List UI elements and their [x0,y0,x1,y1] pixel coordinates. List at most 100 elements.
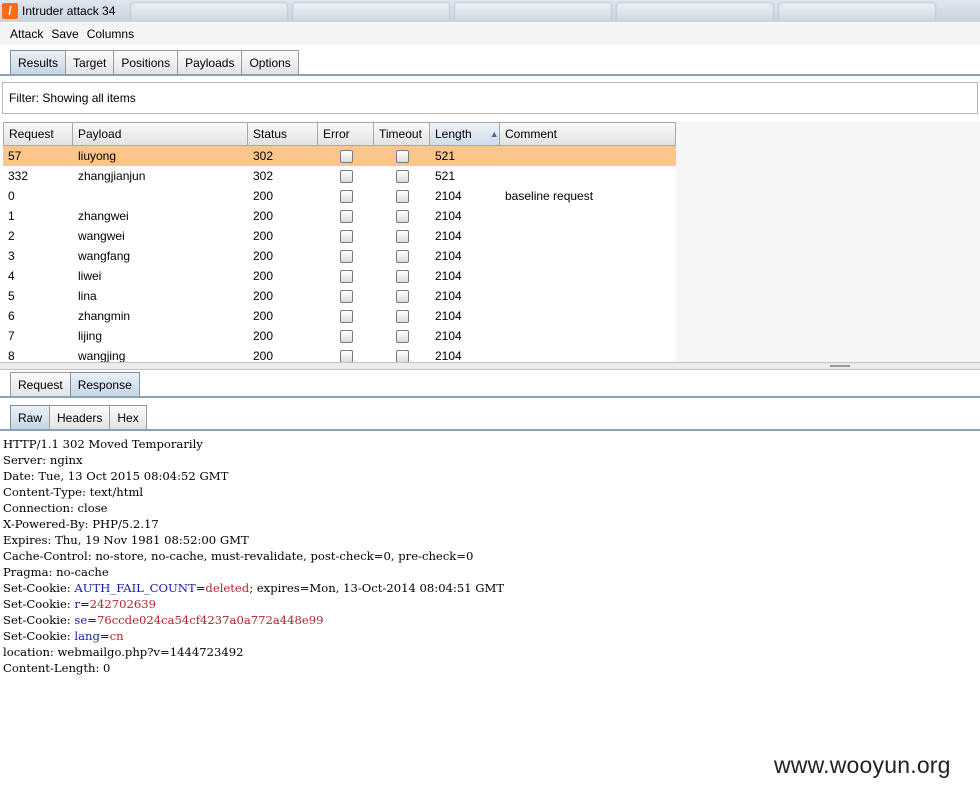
cell-length: 2104 [435,309,462,323]
cell-status: 302 [253,169,274,183]
timeout-checkbox [395,189,409,203]
cell-error [318,289,374,303]
table-rows: 57 liuyong 302 521 332 zhangjianjun 302 521 0 200… [3,146,676,362]
tab-label: Positions [121,55,171,70]
table-row[interactable]: 6 zhangmin 200 2104 [3,306,676,326]
cell-timeout [374,149,430,163]
col-label: Timeout [379,127,422,141]
cookie-equals: = [99,629,110,643]
tab-positions[interactable]: Positions [113,50,179,74]
tab-raw[interactable]: Raw [10,405,51,429]
col-label: Length [435,127,472,141]
cell-payload: zhangwei [78,209,129,223]
timeout-checkbox [395,249,409,263]
cell-payload: liuyong [78,149,117,163]
cell-status: 200 [253,309,274,323]
table-row[interactable]: 8 wangjing 200 2104 [3,346,676,362]
error-checkbox [339,349,353,362]
cookie-attributes: ; expires=Mon, 13-Oct-2014 08:04:51 GMT [249,581,505,595]
table-row[interactable]: 4 liwei 200 2104 [3,266,676,286]
cell-status: 200 [253,269,274,283]
table-row[interactable]: 3 wangfang 200 2104 [3,246,676,266]
error-checkbox [339,189,353,203]
menu-save[interactable]: Save [51,27,78,41]
filter-bar[interactable]: Filter: Showing all items [2,82,978,114]
cell-request: 7 [8,329,15,343]
cell-length: 2104 [435,249,462,263]
table-row[interactable]: 1 zhangwei 200 2104 [3,206,676,226]
tab-hex[interactable]: Hex [109,405,147,429]
error-checkbox [339,269,353,283]
col-header-length[interactable]: Length ▲ [430,122,500,146]
cookie-equals: = [195,581,206,595]
cell-error [318,189,374,203]
cell-length: 2104 [435,289,462,303]
table-row[interactable]: 0 200 2104 baseline request [3,186,676,206]
cookie-name: lang [74,629,100,643]
col-header-error[interactable]: Error [318,122,374,146]
tab-label: Hex [117,410,139,425]
col-label: Payload [78,127,122,141]
view-tabs: Raw Headers Hex [10,405,147,429]
response-raw-text[interactable]: HTTP/1.1 302 Moved Temporarily Server: ng… [3,436,978,676]
tab-label: Results [18,55,59,70]
cell-timeout [374,329,430,343]
response-line: Pragma: no-cache [3,565,109,579]
error-checkbox [339,309,353,323]
table-row[interactable]: 7 lijing 200 2104 [3,326,676,346]
cell-payload: wangjing [78,349,126,362]
request-response-tabs: Request Response [10,372,140,396]
tab-headers[interactable]: Headers [49,405,111,429]
set-cookie-line: Set-Cookie: se=76ccde024ca54cf4237a0a772… [3,612,978,628]
set-cookie-line: Set-Cookie: lang=cn [3,628,978,644]
tab-target[interactable]: Target [65,50,115,74]
timeout-checkbox [395,309,409,323]
col-header-status[interactable]: Status [248,122,318,146]
tab-options[interactable]: Options [241,50,299,74]
cell-timeout [374,209,430,223]
splitter-grip-icon[interactable] [830,365,850,367]
table-row[interactable]: 332 zhangjianjun 302 521 [3,166,676,186]
error-checkbox [339,209,353,223]
tab-request[interactable]: Request [10,372,71,396]
table-header: Request Payload Status Error Timeout Len… [3,122,676,146]
tab-underline [0,74,980,76]
cookie-prefix: Set-Cookie: [3,629,75,643]
tab-payloads[interactable]: Payloads [177,50,243,74]
cell-length: 521 [435,149,456,163]
cell-payload: lina [78,289,97,303]
tab-label: Target [73,55,107,70]
timeout-checkbox [395,229,409,243]
response-line: X-Powered-By: PHP/5.2.17 [3,517,159,531]
background-tab [292,2,450,20]
cell-timeout [374,189,430,203]
col-label: Comment [505,127,558,141]
col-header-payload[interactable]: Payload [73,122,248,146]
timeout-checkbox [395,149,409,163]
cell-error [318,149,374,163]
table-row[interactable]: 57 liuyong 302 521 [3,146,676,166]
table-row[interactable]: 5 lina 200 2104 [3,286,676,306]
col-header-comment[interactable]: Comment [500,122,676,146]
burp-app-icon: / [2,3,18,19]
menu-bar: Attack Save Columns [0,23,980,45]
table-row[interactable]: 2 wangwei 200 2104 [3,226,676,246]
cookie-value: 76ccde024ca54cf4237a0a772a448e99 [96,613,324,627]
col-label: Error [323,127,350,141]
timeout-checkbox [395,209,409,223]
menu-attack[interactable]: Attack [10,27,43,41]
cell-length: 2104 [435,189,462,203]
cell-timeout [374,249,430,263]
cell-request: 5 [8,289,15,303]
tab-response[interactable]: Response [69,372,140,396]
pane-splitter[interactable] [0,362,980,370]
cookie-equals: = [87,613,97,627]
menu-columns[interactable]: Columns [87,27,134,41]
sort-ascending-icon: ▲ [489,129,499,139]
col-header-request[interactable]: Request [3,122,73,146]
tab-results[interactable]: Results [10,50,67,74]
col-header-timeout[interactable]: Timeout [374,122,430,146]
cell-error [318,229,374,243]
cell-length: 2104 [435,349,462,362]
tab-label: Response [77,377,132,392]
